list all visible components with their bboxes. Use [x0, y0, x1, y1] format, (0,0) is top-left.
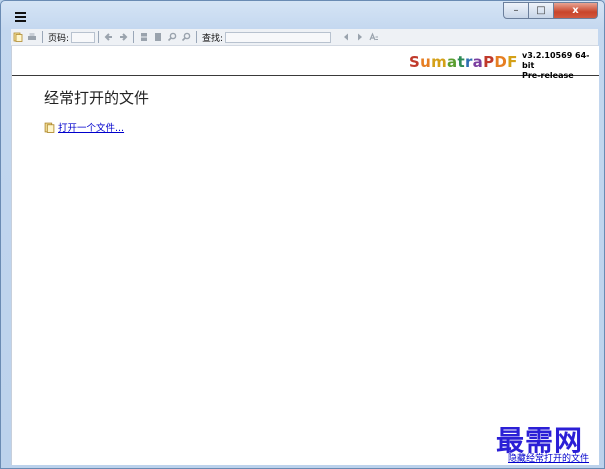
find-input[interactable] [225, 31, 332, 43]
version-number: v3.2.10569 64-bit [522, 51, 590, 70]
page-number-input[interactable] [71, 31, 96, 43]
previous-page-icon[interactable] [104, 32, 114, 42]
match-case-icon[interactable] [369, 32, 379, 42]
single-page-view-icon[interactable] [139, 32, 149, 42]
zoom-in-icon[interactable] [181, 32, 191, 42]
start-page: SumatraPDF v3.2.10569 64-bit Pre-release… [11, 46, 599, 465]
logo-letter: F [507, 53, 518, 71]
logo-letter: P [483, 53, 495, 71]
logo-letter: a [447, 53, 458, 71]
open-file-icon[interactable] [13, 32, 23, 42]
minimize-button[interactable]: – [503, 2, 529, 19]
toolbar-separator [196, 31, 198, 43]
logo-letter: u [420, 53, 432, 71]
logo-letter: r [464, 53, 473, 71]
logo-letter: m [431, 53, 448, 71]
next-page-icon[interactable] [118, 32, 128, 42]
version-info: v3.2.10569 64-bit Pre-release [522, 51, 599, 81]
open-file-icon [44, 122, 55, 133]
find-previous-icon[interactable] [341, 32, 351, 42]
logo-letter: S [409, 53, 421, 71]
frequently-read-title: 经常打开的文件 [44, 89, 150, 107]
app-window: – □ x 页码: 查找: SumatraPDF v3.2.10569 64-b… [0, 0, 605, 469]
zoom-out-icon[interactable] [167, 32, 177, 42]
find-label: 查找: [202, 33, 224, 44]
hamburger-menu-icon[interactable] [15, 12, 26, 22]
find-next-icon[interactable] [355, 32, 365, 42]
toolbar-separator [98, 31, 100, 43]
logo-letter: t [457, 53, 465, 71]
open-document-link[interactable]: 打开一个文件... [44, 120, 124, 134]
start-page-header: SumatraPDF v3.2.10569 64-bit Pre-release [12, 46, 599, 80]
release-channel: Pre-release [522, 71, 574, 80]
toolbar-separator [42, 31, 43, 43]
toolbar: 页码: 查找: [11, 29, 598, 46]
page-label: 页码: [48, 33, 70, 44]
sumatrapdf-logo: SumatraPDF [409, 53, 518, 71]
open-document-label: 打开一个文件... [58, 123, 125, 134]
close-button[interactable]: x [554, 2, 598, 19]
title-bar[interactable]: – □ x [1, 1, 604, 29]
logo-letter: a [472, 53, 484, 71]
caption-buttons: – □ x [503, 2, 598, 20]
hide-frequently-read-link[interactable]: 隐藏经常打开的文件 [508, 451, 589, 464]
toolbar-separator [133, 31, 135, 43]
print-icon[interactable] [27, 32, 37, 42]
continuous-view-icon[interactable] [153, 32, 163, 42]
maximize-button[interactable]: □ [529, 2, 554, 19]
logo-letter: D [494, 53, 508, 71]
